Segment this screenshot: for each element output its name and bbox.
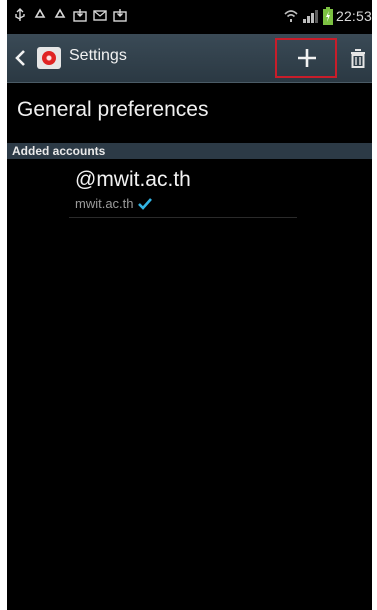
action-bar: Settings <box>7 34 372 83</box>
wifi-icon <box>284 10 298 22</box>
section-header-label: Added accounts <box>12 144 106 158</box>
add-account-button[interactable] <box>285 40 329 76</box>
recycle-icon <box>34 8 46 18</box>
email-app-icon-mark <box>42 51 56 65</box>
delete-account-button[interactable] <box>349 46 367 70</box>
section-header: Added accounts <box>7 143 372 159</box>
back-chevron-icon[interactable] <box>11 46 31 70</box>
account-name: @mwit.ac.th <box>75 168 191 191</box>
page-title: Settings <box>69 47 127 64</box>
account-address: mwit.ac.th <box>75 196 134 211</box>
status-bar: 22:53 <box>7 0 372 34</box>
mail-icon <box>93 10 107 21</box>
system-icons: 22:53 <box>283 7 372 25</box>
list-divider <box>69 217 297 218</box>
general-preferences-item[interactable]: General preferences <box>17 98 208 122</box>
download-icon <box>73 9 87 22</box>
notification-icons <box>13 8 127 22</box>
email-app-icon[interactable] <box>37 47 61 69</box>
usb-icon <box>15 8 25 21</box>
clock: 22:53 <box>335 8 372 24</box>
download-icon <box>113 9 127 22</box>
phone-screen: 22:53 Settings General preferences Added… <box>7 0 372 610</box>
battery-icon <box>322 7 333 25</box>
recycle-icon <box>54 8 66 18</box>
account-list-item[interactable]: @mwit.ac.th mwit.ac.th <box>7 162 297 218</box>
trash-icon <box>351 49 365 68</box>
account-address-row: mwit.ac.th <box>75 196 152 211</box>
signal-icon <box>302 10 318 23</box>
checkmark-icon <box>137 197 152 210</box>
plus-icon <box>298 49 316 67</box>
